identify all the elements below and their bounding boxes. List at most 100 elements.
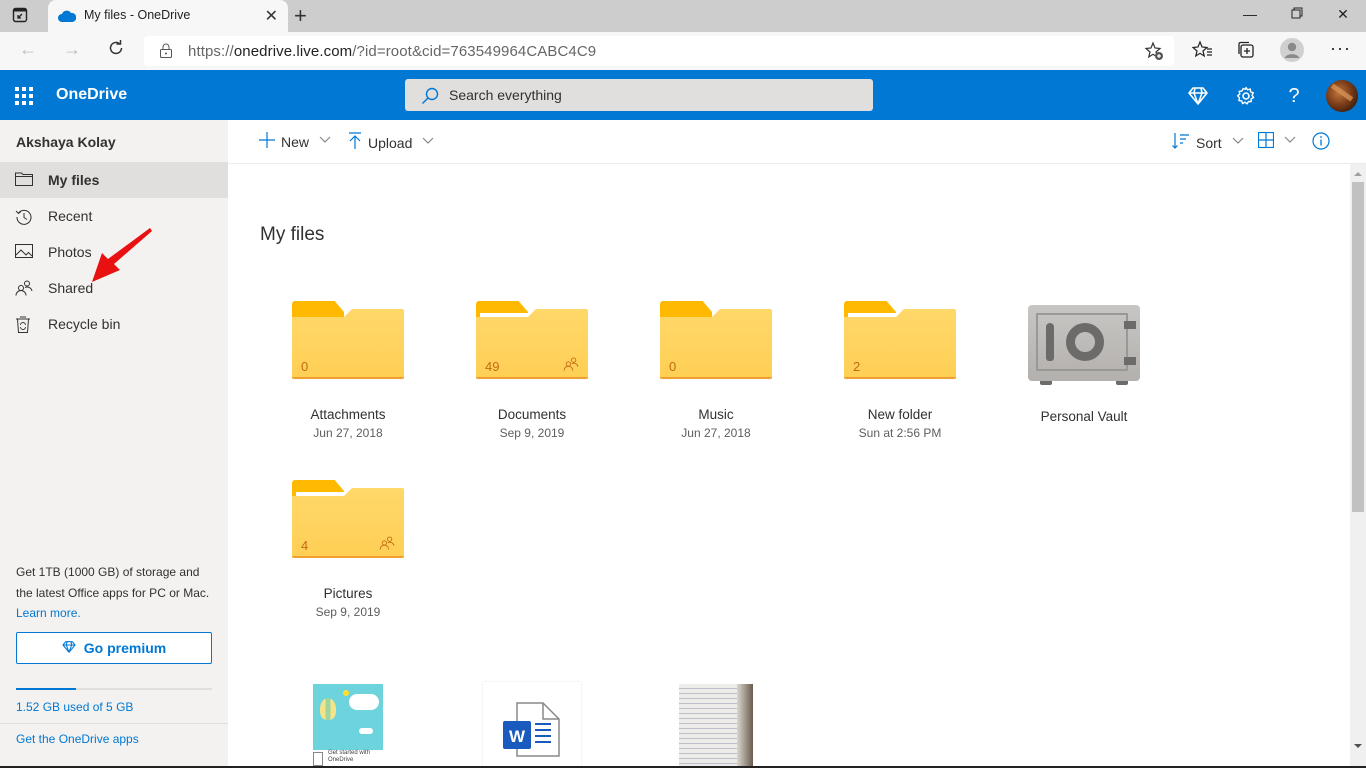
info-pane-button[interactable] [1312,132,1330,153]
go-premium-label: Go premium [83,640,167,656]
minimize-icon[interactable]: — [1240,6,1260,22]
main-content: My files 0 Attachments Jun 27, 2018 49 D… [228,165,1350,768]
folder-date: Jun 27, 2018 [681,426,751,440]
view-options-button[interactable] [1257,131,1296,151]
vault-name[interactable]: Personal Vault [1016,409,1152,424]
annotation-arrow [92,228,152,282]
url-host: onedrive.live.com [233,43,353,60]
refresh-icon[interactable] [104,39,128,62]
help-icon[interactable]: ? [1282,84,1306,108]
folder-name[interactable]: Attachments [280,407,416,422]
user-name: Akshaya Kolay [16,134,116,150]
folder-name[interactable]: New folder [832,407,968,422]
left-navigation: Akshaya Kolay My files Recent Photos Sha… [0,120,228,768]
item-count: 2 [853,359,861,374]
sidebar-item-my-files[interactable]: My files [0,162,228,198]
folder-name[interactable]: Music [648,407,784,422]
browser-tab-strip: My files - OneDrive ✕ + — ✕ [0,0,1366,32]
sidebar-item-recycle-bin[interactable]: Recycle bin [0,306,228,342]
folder-icon: 49 [476,301,588,381]
sort-icon [1172,132,1190,153]
restore-icon[interactable] [1287,6,1307,22]
tab-title: My files - OneDrive [84,8,191,22]
chevron-down-icon [319,136,331,147]
more-options-icon[interactable]: ··· [1330,38,1351,59]
word-document-icon: W [503,700,561,763]
file-tile-notebook-image[interactable] [676,680,756,768]
folder-name[interactable]: Pictures [280,586,416,601]
close-window-icon[interactable]: ✕ [1333,6,1353,23]
folder-tile-new-folder[interactable]: 2 New folder Sun at 2:56 PM [832,301,968,440]
collections-icon[interactable] [1236,40,1256,65]
app-name[interactable]: OneDrive [56,86,127,104]
browser-tab[interactable]: My files - OneDrive ✕ [48,0,288,32]
command-bar: New Upload Sort [228,120,1366,164]
user-avatar[interactable] [1326,80,1358,112]
shared-people-icon [563,357,579,376]
premium-promo: Get 1TB (1000 GB) of storage and the lat… [16,562,216,624]
vertical-scrollbar[interactable] [1350,164,1366,768]
url-path: /?id=root&cid=763549964CABC4C9 [352,43,597,60]
folder-icon: 0 [292,301,404,381]
folder-date: Sep 9, 2019 [315,605,381,619]
search-icon [421,87,439,110]
people-icon [15,280,33,296]
scrollbar-thumb[interactable] [1352,182,1364,512]
scroll-up-arrow[interactable] [1354,172,1362,176]
go-premium-button[interactable]: Go premium [16,632,212,664]
url-prefix: https:// [188,43,234,60]
profile-icon[interactable] [1280,38,1304,67]
storage-usage-text[interactable]: 1.52 GB used of 5 GB [16,700,133,714]
folder-tile-attachments[interactable]: 0 Attachments Jun 27, 2018 [280,301,416,440]
upload-button[interactable]: Upload [348,132,434,153]
grid-view-icon [1257,131,1275,151]
url-bar[interactable]: https://onedrive.live.com/?id=root&cid=7… [144,36,1174,66]
sidebar-item-label: Recycle bin [48,316,121,332]
folder-name[interactable]: Documents [464,407,600,422]
lock-icon[interactable] [159,43,173,64]
app-launcher-icon[interactable] [15,87,33,110]
close-tab-icon[interactable]: ✕ [265,6,278,26]
premium-diamond-icon[interactable] [1186,84,1210,108]
file-tile-getting-started-pdf[interactable]: Get started with OneDrive [310,680,384,768]
sidebar-item-label: Shared [48,280,94,296]
tab-actions-icon[interactable] [12,7,30,25]
divider [0,723,228,724]
folder-tile-documents[interactable]: 49 Documents Sep 9, 2019 [464,301,600,440]
favorites-icon[interactable] [1191,40,1214,65]
item-count: 4 [301,538,309,553]
new-button[interactable]: New [259,132,331,151]
new-tab-icon[interactable]: + [294,3,307,29]
url-text[interactable]: https://onedrive.live.com/?id=root&cid=7… [188,43,596,60]
personal-vault-tile[interactable]: Personal Vault [1016,305,1152,424]
item-count: 49 [485,359,500,374]
search-box[interactable]: Search everything [405,79,873,111]
file-tile-word-document[interactable]: W [483,682,581,768]
folder-date: Jun 27, 2018 [313,426,383,440]
onedrive-header: OneDrive Search everything ? [0,70,1366,120]
item-count: 0 [669,359,677,374]
info-icon [1312,132,1330,153]
upload-icon [348,132,362,153]
promo-text: Get 1TB (1000 GB) of storage and the lat… [16,565,210,600]
settings-gear-icon[interactable] [1234,84,1258,108]
folder-tile-music[interactable]: 0 Music Jun 27, 2018 [648,301,784,440]
get-apps-link[interactable]: Get the OneDrive apps [16,732,139,746]
page-title: My files [260,224,325,245]
photo-icon [15,244,33,260]
sort-label: Sort [1196,134,1222,151]
learn-more-link[interactable]: Learn more. [16,603,216,624]
scroll-down-arrow[interactable] [1354,744,1362,748]
folder-tile-pictures[interactable]: 4 Pictures Sep 9, 2019 [280,480,416,619]
forward-icon[interactable]: → [60,39,84,60]
recycle-bin-icon [15,316,33,333]
back-icon[interactable]: ← [16,39,40,60]
sidebar-item-label: Recent [48,208,93,224]
sort-button[interactable]: Sort [1172,132,1244,153]
pdf-file-icon [313,752,323,766]
plus-icon [259,132,275,151]
add-favorite-icon[interactable] [1144,41,1164,66]
chevron-down-icon [1284,136,1296,147]
sidebar-item-label: My files [48,172,100,188]
storage-quota-bar [16,688,212,690]
